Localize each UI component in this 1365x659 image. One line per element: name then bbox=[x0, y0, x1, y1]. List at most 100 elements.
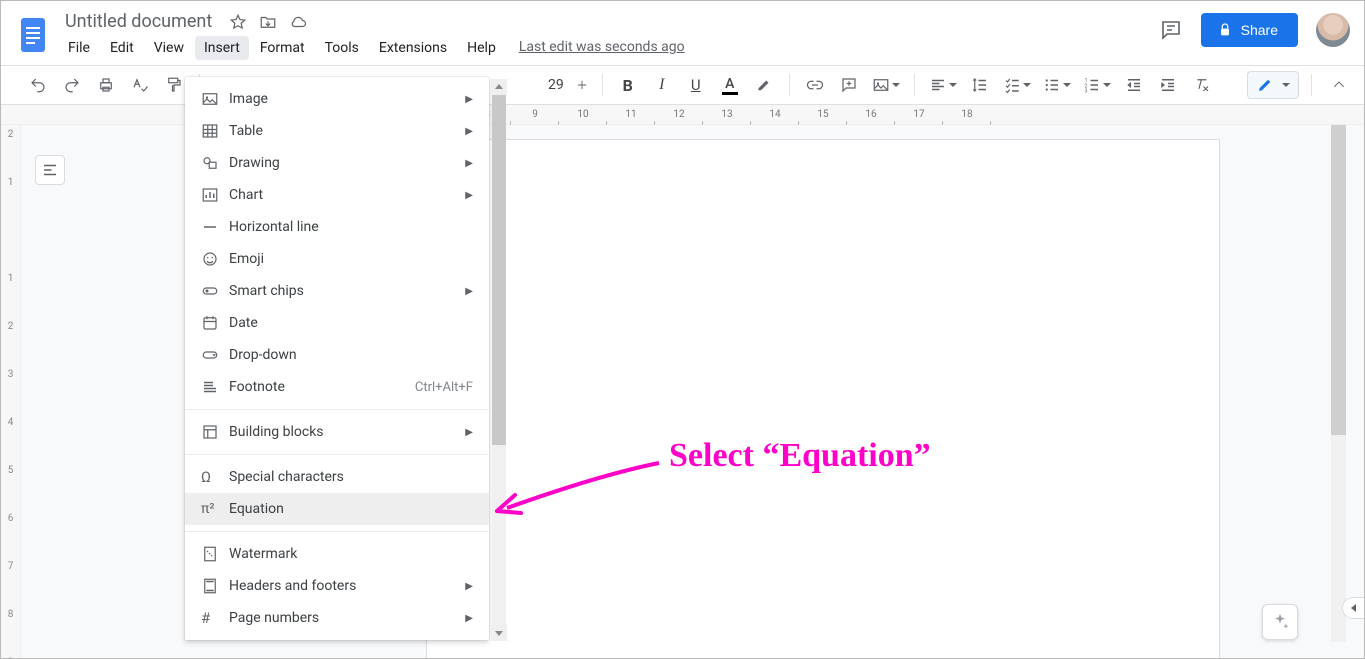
insert-menu-dropdown: Image ▶ Table ▶ Drawing ▶ Chart ▶ Horizo… bbox=[185, 77, 489, 640]
omega-icon: Ω bbox=[201, 468, 229, 486]
dropdown-scrollbar[interactable] bbox=[491, 79, 507, 641]
decrease-indent-button[interactable] bbox=[1119, 71, 1149, 99]
submenu-arrow-icon: ▶ bbox=[465, 158, 473, 169]
font-size-input[interactable]: 29 bbox=[544, 77, 568, 93]
redo-button[interactable] bbox=[57, 71, 87, 99]
smart-chips-icon bbox=[201, 282, 229, 300]
watermark-icon bbox=[201, 545, 229, 563]
separator bbox=[602, 74, 603, 96]
submenu-arrow-icon: ▶ bbox=[465, 190, 473, 201]
move-icon[interactable] bbox=[258, 12, 278, 32]
menu-item-image[interactable]: Image ▶ bbox=[185, 83, 489, 115]
outline-toggle-button[interactable] bbox=[35, 155, 65, 185]
menu-item-emoji[interactable]: Emoji bbox=[185, 243, 489, 275]
menu-item-table[interactable]: Table ▶ bbox=[185, 115, 489, 147]
separator bbox=[1311, 74, 1312, 96]
pi-icon: π² bbox=[201, 501, 229, 517]
image-icon bbox=[201, 90, 229, 108]
share-label: Share bbox=[1241, 22, 1278, 38]
menu-item-chart[interactable]: Chart ▶ bbox=[185, 179, 489, 211]
app-header: Untitled document File Edit View Insert … bbox=[1, 1, 1364, 65]
underline-button[interactable]: U bbox=[681, 71, 711, 99]
menu-format[interactable]: Format bbox=[251, 36, 314, 60]
last-edit-link[interactable]: Last edit was seconds ago bbox=[519, 39, 685, 55]
share-button[interactable]: Share bbox=[1201, 13, 1298, 47]
svg-text:3: 3 bbox=[1084, 89, 1087, 95]
vertical-ruler[interactable]: 21 1 23 45 67 89 bbox=[1, 125, 21, 658]
submenu-arrow-icon: ▶ bbox=[465, 94, 473, 105]
submenu-arrow-icon: ▶ bbox=[465, 126, 473, 137]
menu-extensions[interactable]: Extensions bbox=[370, 36, 456, 60]
menu-item-footnote[interactable]: Footnote Ctrl+Alt+F bbox=[185, 371, 489, 403]
bold-button[interactable]: B bbox=[613, 71, 643, 99]
numbered-list-button[interactable]: 123 bbox=[1079, 71, 1115, 99]
separator bbox=[914, 74, 915, 96]
editing-mode-button[interactable] bbox=[1247, 71, 1299, 99]
font-size-increase[interactable] bbox=[572, 71, 592, 99]
menu-tools[interactable]: Tools bbox=[316, 36, 368, 60]
menu-view[interactable]: View bbox=[145, 36, 193, 60]
cloud-status-icon[interactable] bbox=[288, 12, 308, 32]
menu-item-building-blocks[interactable]: Building blocks ▶ bbox=[185, 416, 489, 448]
menu-item-date[interactable]: Date bbox=[185, 307, 489, 339]
menu-item-smart-chips[interactable]: Smart chips ▶ bbox=[185, 275, 489, 307]
checklist-button[interactable] bbox=[999, 71, 1035, 99]
align-button[interactable] bbox=[925, 71, 961, 99]
star-icon[interactable] bbox=[228, 12, 248, 32]
menu-help[interactable]: Help bbox=[458, 36, 505, 60]
menu-item-headers-footers[interactable]: Headers and footers ▶ bbox=[185, 570, 489, 602]
increase-indent-button[interactable] bbox=[1153, 71, 1183, 99]
italic-button[interactable]: I bbox=[647, 71, 677, 99]
menu-item-page-numbers[interactable]: # Page numbers ▶ bbox=[185, 602, 489, 634]
insert-image-button[interactable] bbox=[868, 71, 904, 99]
menu-file[interactable]: File bbox=[59, 36, 99, 60]
emoji-icon bbox=[201, 250, 229, 268]
page-numbers-icon: # bbox=[201, 609, 229, 627]
menubar: File Edit View Insert Format Tools Exten… bbox=[59, 36, 505, 60]
explore-button[interactable] bbox=[1262, 604, 1298, 640]
separator bbox=[789, 74, 790, 96]
document-page[interactable] bbox=[426, 139, 1220, 658]
print-button[interactable] bbox=[91, 71, 121, 99]
docs-logo[interactable] bbox=[15, 11, 51, 59]
line-spacing-button[interactable] bbox=[965, 71, 995, 99]
horizontal-line-icon bbox=[201, 218, 229, 236]
submenu-arrow-icon: ▶ bbox=[465, 581, 473, 592]
main-scrollbar[interactable] bbox=[1331, 125, 1346, 642]
side-panel-toggle[interactable] bbox=[1342, 597, 1364, 619]
footnote-icon bbox=[201, 378, 229, 396]
dropdown-icon bbox=[201, 346, 229, 364]
clear-formatting-button[interactable] bbox=[1187, 71, 1217, 99]
add-comment-button[interactable] bbox=[834, 71, 864, 99]
chart-icon bbox=[201, 186, 229, 204]
menu-item-watermark[interactable]: Watermark bbox=[185, 538, 489, 570]
menu-item-equation[interactable]: π² Equation bbox=[185, 493, 489, 525]
menu-item-special-characters[interactable]: Ω Special characters bbox=[185, 461, 489, 493]
headers-footers-icon bbox=[201, 577, 229, 595]
menu-item-horizontal-line[interactable]: Horizontal line bbox=[185, 211, 489, 243]
menu-separator bbox=[185, 531, 489, 532]
bulleted-list-button[interactable] bbox=[1039, 71, 1075, 99]
drawing-icon bbox=[201, 154, 229, 172]
menu-edit[interactable]: Edit bbox=[101, 36, 143, 60]
undo-button[interactable] bbox=[23, 71, 53, 99]
table-icon bbox=[201, 122, 229, 140]
menu-insert[interactable]: Insert bbox=[195, 36, 249, 60]
date-icon bbox=[201, 314, 229, 332]
building-blocks-icon bbox=[201, 423, 229, 441]
text-color-button[interactable]: A bbox=[715, 71, 745, 99]
submenu-arrow-icon: ▶ bbox=[465, 613, 473, 624]
submenu-arrow-icon: ▶ bbox=[465, 427, 473, 438]
annotation-text: Select “Equation” bbox=[669, 437, 931, 475]
menu-item-drop-down[interactable]: Drop-down bbox=[185, 339, 489, 371]
menu-separator bbox=[185, 454, 489, 455]
spellcheck-button[interactable] bbox=[125, 71, 155, 99]
menu-item-drawing[interactable]: Drawing ▶ bbox=[185, 147, 489, 179]
avatar[interactable] bbox=[1316, 13, 1350, 47]
doc-title[interactable]: Untitled document bbox=[59, 9, 218, 34]
insert-link-button[interactable] bbox=[800, 71, 830, 99]
menu-separator bbox=[185, 409, 489, 410]
comments-icon[interactable] bbox=[1159, 18, 1183, 42]
collapse-toolbar-button[interactable] bbox=[1324, 71, 1354, 99]
highlight-button[interactable] bbox=[749, 71, 779, 99]
